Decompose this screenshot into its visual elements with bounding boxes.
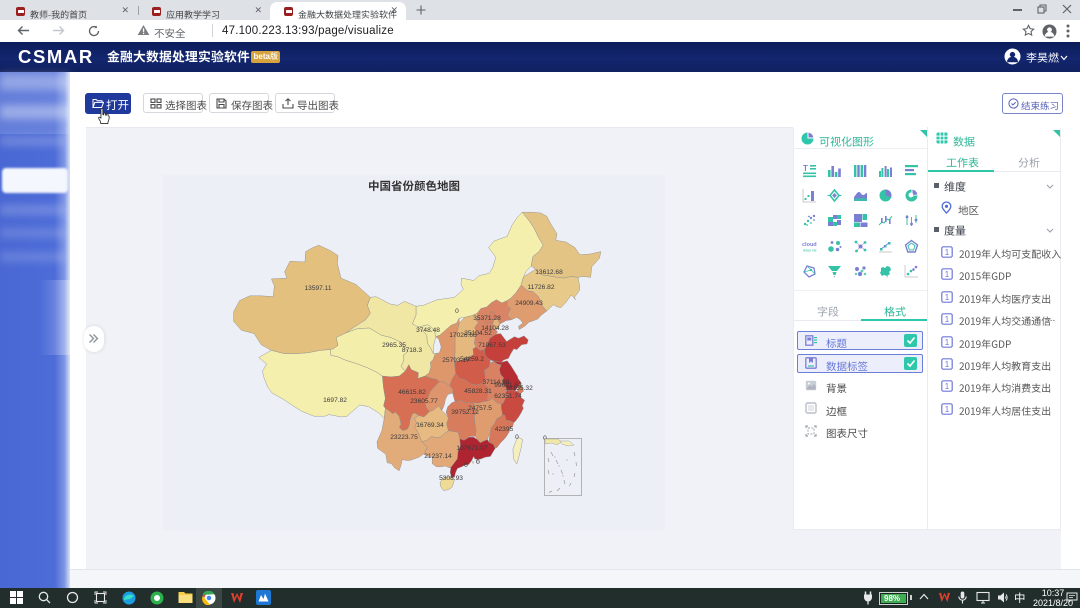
svg-text:1: 1: [945, 405, 950, 414]
svg-text:0: 0: [464, 462, 468, 469]
svg-text:21237.14: 21237.14: [424, 453, 452, 460]
svg-text:1: 1: [945, 360, 950, 369]
svg-text:13612.68: 13612.68: [535, 269, 563, 276]
svg-text:T: T: [803, 164, 808, 173]
svg-text:23605.77: 23605.77: [410, 398, 438, 405]
svg-text:23223.75: 23223.75: [390, 434, 418, 441]
svg-text:16769.34: 16769.34: [416, 422, 444, 429]
svg-text:1: 1: [945, 315, 950, 324]
svg-text:1: 1: [945, 270, 950, 279]
svg-text:0: 0: [455, 308, 459, 315]
svg-text:38155.32: 38155.32: [505, 385, 533, 392]
svg-text:3748.48: 3748.48: [416, 327, 440, 334]
svg-text:24909.43: 24909.43: [515, 300, 543, 307]
svg-text:11726.82: 11726.82: [527, 284, 554, 291]
svg-text:1697.82: 1697.82: [323, 397, 347, 404]
svg-text:13597.11: 13597.11: [304, 285, 331, 292]
svg-text:1: 1: [945, 248, 950, 257]
svg-text:46615.82: 46615.82: [398, 389, 426, 396]
svg-text:0: 0: [515, 434, 519, 441]
svg-text:62351.74: 62351.74: [494, 393, 522, 400]
svg-text:42395: 42395: [495, 426, 514, 433]
svg-text:107671.07: 107671.07: [456, 445, 488, 452]
svg-text:1: 1: [945, 338, 950, 347]
svg-text:35104.52: 35104.52: [464, 330, 492, 337]
svg-text:35371.28: 35371.28: [473, 315, 501, 322]
svg-text:1: 1: [945, 382, 950, 391]
svg-text:8718.3: 8718.3: [402, 347, 423, 354]
svg-text:1: 1: [945, 293, 950, 302]
svg-text:39752.12: 39752.12: [451, 409, 479, 416]
svg-text:0: 0: [476, 459, 480, 466]
svg-text:54259.2: 54259.2: [460, 356, 484, 363]
svg-text:71067.53: 71067.53: [478, 342, 506, 349]
svg-text:45828.31: 45828.31: [464, 388, 492, 395]
svg-text:data viz: data viz: [803, 248, 817, 253]
svg-text:5308.93: 5308.93: [439, 475, 463, 482]
